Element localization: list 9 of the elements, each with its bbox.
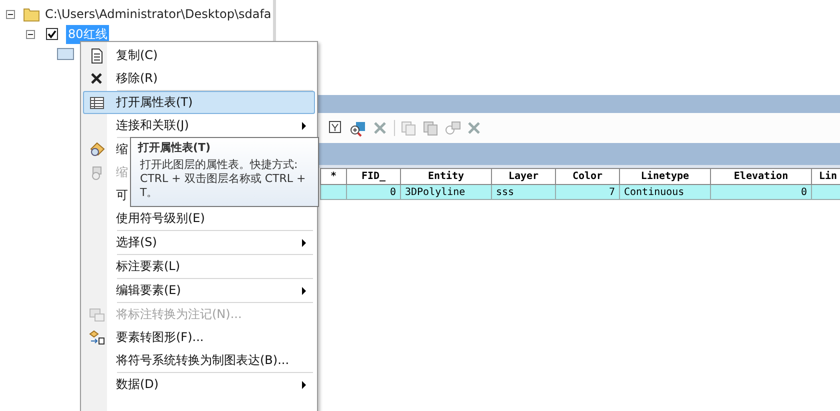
table-cell: 7 <box>556 184 620 200</box>
table-cell: sss <box>492 184 556 200</box>
table-cell: 0 <box>346 184 400 200</box>
folder-path: C:\Users\Administrator\Desktop\sdafa <box>45 7 272 21</box>
table-cell: 0 <box>710 184 812 200</box>
table-cell: 3DPolyline <box>400 184 492 200</box>
tooltip-title: 打开属性表(T) <box>138 141 212 155</box>
table-cell: Continuous <box>620 184 710 200</box>
tooltip-text: 打开此图层的属性表。快捷方式: CTRL + 双击图层名称或 CTRL + T。 <box>139 158 307 200</box>
